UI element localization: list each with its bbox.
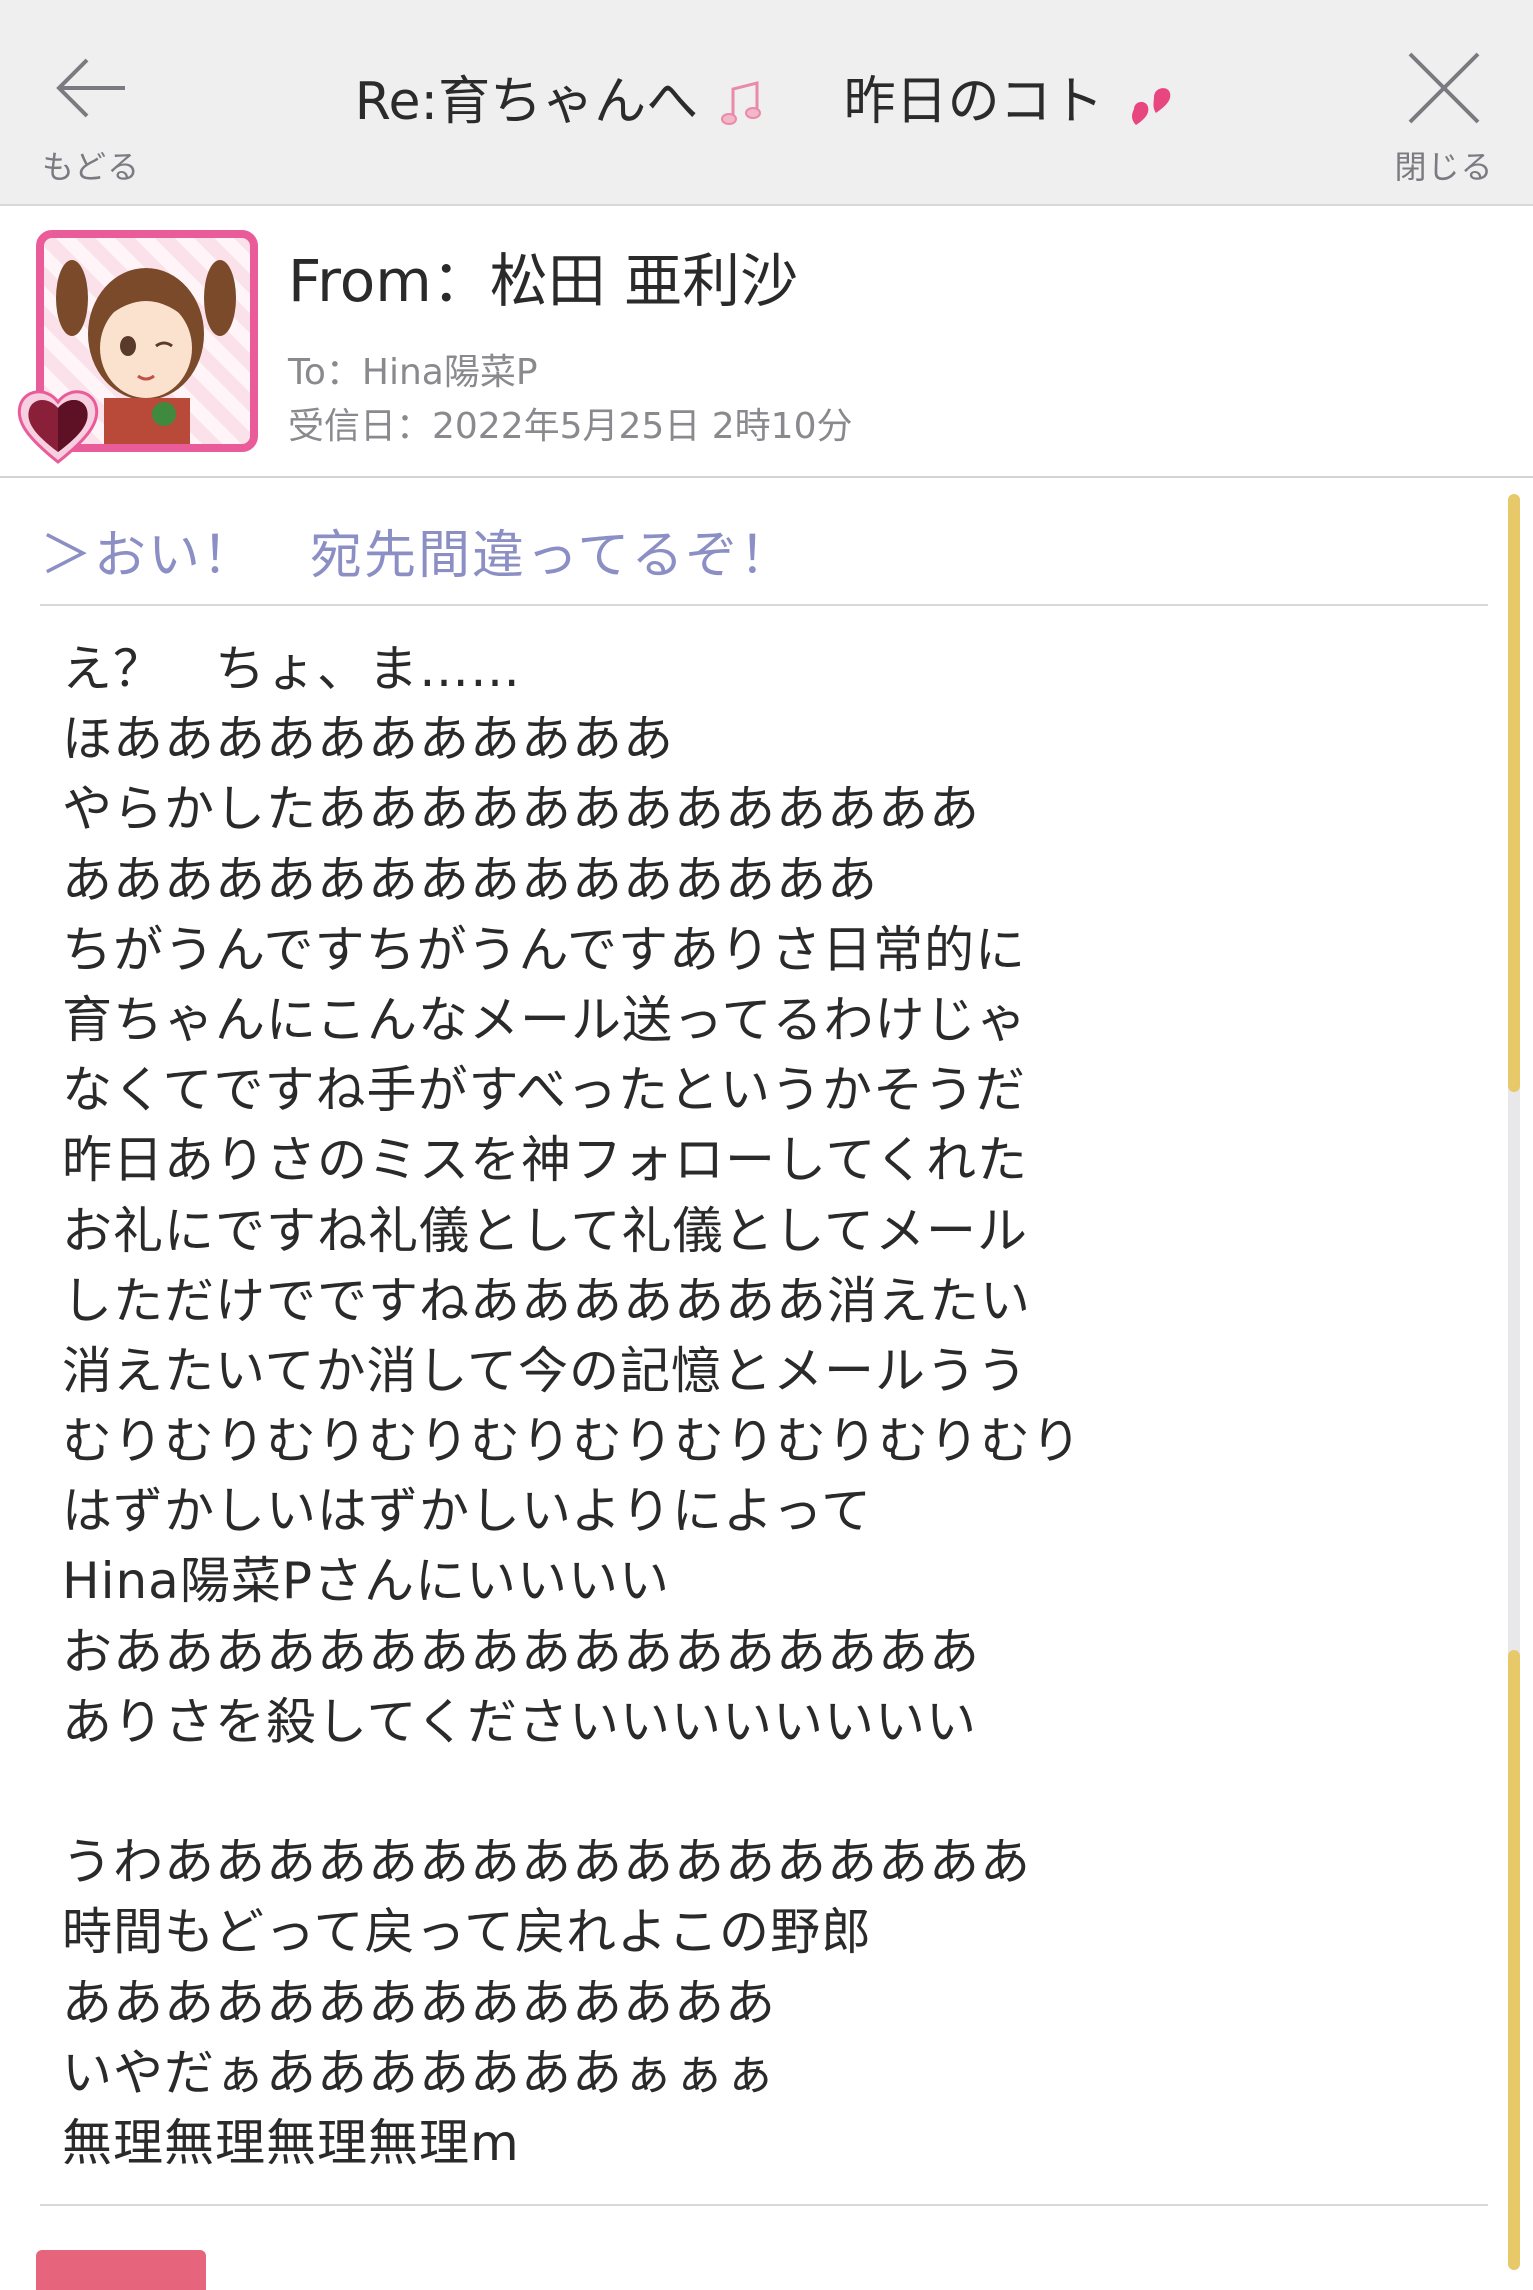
back-label: もどる bbox=[41, 148, 141, 186]
message-line bbox=[62, 1757, 1462, 1827]
message-line: ほあああああああああああ bbox=[62, 710, 674, 769]
title-text: Re:育ちゃんへ bbox=[354, 72, 699, 132]
title-suffix: 昨日のコト bbox=[843, 72, 1104, 132]
music-note-icon bbox=[720, 81, 761, 125]
message-line: 昨日ありさのミスを神フォローしてくれた bbox=[62, 1131, 1028, 1190]
message-line: え？ ちょ、ま…… bbox=[62, 640, 521, 698]
message-line: 時間もどって戻って戻れよこの野郎 bbox=[62, 1903, 872, 1962]
message-line: ああああああああああああああああ bbox=[62, 850, 878, 909]
message-line: おあああああああああああああああああ bbox=[62, 1622, 980, 1681]
message-line: うわあああああああああああああああああ bbox=[62, 1833, 1031, 1892]
sender-block: From：松田 亜利沙 To：Hina陽菜P 受信日：2022年5月25日 2時… bbox=[0, 206, 1533, 478]
next-section-peek bbox=[36, 2250, 206, 2290]
message-line: やらかしたあああああああああああああ bbox=[62, 780, 980, 839]
heart-badge-icon bbox=[17, 390, 99, 464]
sender-name: From：松田 亜利沙 bbox=[288, 247, 799, 315]
page-title: Re:育ちゃんへ 昨日のコト bbox=[180, 64, 1353, 140]
close-label: 閉じる bbox=[1394, 148, 1494, 186]
scrollbar-thumb[interactable] bbox=[1508, 1650, 1520, 2270]
message-line: はずかしいはずかしいよりによって bbox=[62, 1482, 872, 1541]
quoted-text: ＞おい！ 宛先間違ってるぞ！ bbox=[40, 526, 794, 586]
message-line: お礼にですね礼儀として礼儀としてメール bbox=[62, 1201, 1028, 1260]
message-line: 育ちゃんにこんなメール送ってるわけじゃ bbox=[62, 990, 1028, 1049]
received-date: 受信日：2022年5月25日 2時10分 bbox=[288, 406, 853, 447]
message-body: え？ ちょ、ま…… ほあああああああああああ やらかしたああああああああああああ… bbox=[62, 634, 1462, 2178]
divider bbox=[40, 604, 1488, 606]
back-arrow-icon bbox=[56, 58, 125, 118]
scrollbar[interactable] bbox=[1508, 494, 1520, 2270]
message-line: ありさを殺してくださいいいいいいいい bbox=[62, 1692, 977, 1751]
recipient: To：Hina陽菜P bbox=[288, 352, 538, 393]
message-line: 消えたいてか消して今の記憶とメールうう bbox=[62, 1341, 1028, 1400]
message-line: Hina陽菜Pさんにいいいい bbox=[62, 1552, 670, 1611]
two-hearts-icon bbox=[1132, 88, 1171, 125]
message-line: むりむりむりむりむりむりむりむりむりむり bbox=[62, 1412, 1082, 1471]
back-button[interactable]: もどる bbox=[16, 40, 166, 190]
close-button[interactable]: 閉じる bbox=[1369, 40, 1519, 190]
message-line: ちがうんですちがうんですありさ日常的に bbox=[62, 920, 1026, 979]
divider bbox=[40, 2204, 1488, 2206]
message-line: ああああああああああああああ bbox=[62, 1973, 776, 2032]
header-bar: もどる Re:育ちゃんへ 昨日のコト 閉じる bbox=[0, 0, 1533, 206]
message-line: しただけでですねあああああああ消えたい bbox=[62, 1271, 1031, 1330]
message-line: いやだぁあああああああぁぁぁ bbox=[62, 2043, 776, 2102]
message-line: 無理無理無理無理m bbox=[62, 2113, 520, 2172]
message-line: なくてですね手がすべったというかそうだ bbox=[62, 1061, 1026, 1120]
scrollbar-thumb[interactable] bbox=[1508, 494, 1520, 1092]
close-icon bbox=[1408, 52, 1480, 124]
